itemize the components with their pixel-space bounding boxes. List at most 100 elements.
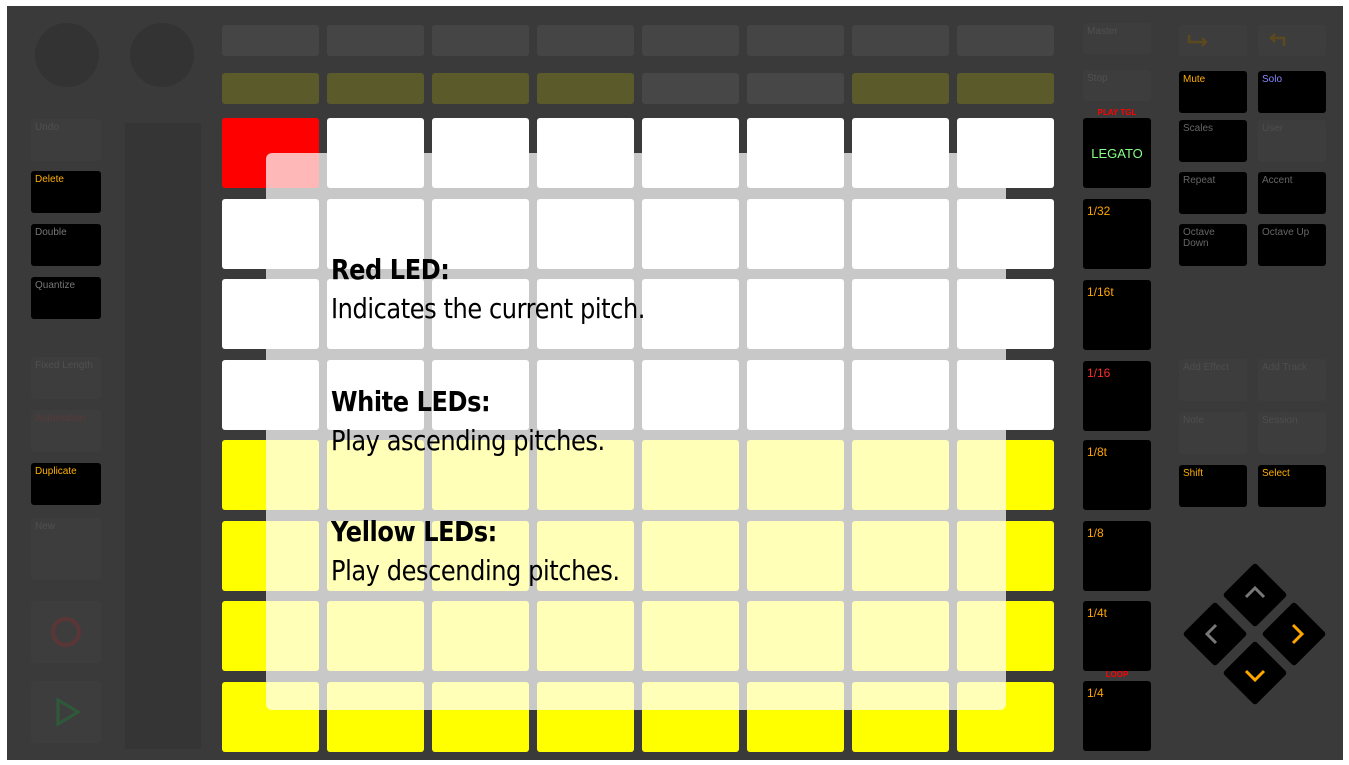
touch-strip[interactable] <box>125 123 201 749</box>
delete-button[interactable]: Delete <box>31 171 101 213</box>
chevron-down-icon <box>1232 653 1278 699</box>
red-led-description: Indicates the current pitch. <box>331 292 646 325</box>
track-state-button[interactable] <box>537 73 634 104</box>
add-track-button[interactable]: Add Track <box>1258 359 1326 401</box>
mute-button[interactable]: Mute <box>1179 71 1247 113</box>
help-overlay: Red LED: Indicates the current pitch. Wh… <box>266 153 1006 710</box>
scene-button-1-4[interactable]: 1/4 <box>1083 681 1151 751</box>
track-select-button[interactable] <box>957 25 1054 56</box>
repeat-label: Repeat <box>1183 175 1216 186</box>
yellow-led-section: Yellow LEDs: Play descending pitches. <box>331 515 971 587</box>
duplicate-button[interactable]: Duplicate <box>31 463 101 505</box>
new-button[interactable]: New <box>31 518 101 580</box>
session-label: Session <box>1262 415 1298 426</box>
return-icon <box>1269 33 1286 46</box>
automation-label: Automation <box>35 413 86 424</box>
new-label: New <box>35 521 56 532</box>
yellow-led-heading: Yellow LEDs: <box>331 515 497 548</box>
track-state-button[interactable] <box>222 73 319 104</box>
shift-button[interactable]: Shift <box>1179 465 1247 507</box>
push-controller: Undo Delete Double Quantize Fixed Length… <box>7 6 1343 760</box>
chevron-up-icon <box>1232 569 1278 615</box>
quantize-label: Quantize <box>35 280 76 291</box>
shift-label: Shift <box>1183 468 1204 479</box>
track-state-button[interactable] <box>747 73 844 104</box>
record-button[interactable] <box>31 601 101 663</box>
track-state-button[interactable] <box>642 73 739 104</box>
track-select-button[interactable] <box>432 25 529 56</box>
record-icon <box>51 617 81 647</box>
scene-button-1-8[interactable]: 1/8 <box>1083 521 1151 591</box>
master-button[interactable]: Master <box>1083 23 1151 54</box>
play-button[interactable] <box>31 681 101 743</box>
scene-label-1-16t: 1/16t <box>1087 285 1114 299</box>
track-select-button[interactable] <box>642 25 739 56</box>
undo-label: Undo <box>35 122 59 133</box>
accent-button[interactable]: Accent <box>1258 172 1326 214</box>
track-state-button[interactable] <box>957 73 1054 104</box>
track-select-button[interactable] <box>537 25 634 56</box>
repeat-button[interactable]: Repeat <box>1179 172 1247 214</box>
play-icon <box>56 697 81 727</box>
track-select-button[interactable] <box>747 25 844 56</box>
session-button[interactable]: Session <box>1258 412 1326 454</box>
octave-up-button[interactable]: Octave Up <box>1258 224 1326 266</box>
loop-label: LOOP <box>1105 670 1129 679</box>
select-button[interactable]: Select <box>1258 465 1326 507</box>
legato-label: LEGATO <box>1091 145 1143 161</box>
play-tgl-label: PLAY TGL <box>1097 108 1137 117</box>
scene-button-1-32[interactable]: 1/32 <box>1083 199 1151 269</box>
delete-label: Delete <box>35 174 64 185</box>
track-select-button[interactable] <box>852 25 949 56</box>
scene-label-1-32: 1/32 <box>1087 204 1111 218</box>
add-effect-label: Add Effect <box>1183 362 1229 373</box>
double-button[interactable]: Double <box>31 224 101 266</box>
encoder-knob-right[interactable] <box>130 23 194 87</box>
note-button[interactable]: Note <box>1179 412 1247 454</box>
double-label: Double <box>35 227 67 238</box>
scales-button[interactable]: Scales <box>1179 120 1247 162</box>
track-state-button[interactable] <box>852 73 949 104</box>
scene-button-1-8t[interactable]: 1/8t <box>1083 440 1151 510</box>
track-state-button[interactable] <box>432 73 529 104</box>
user-label: User <box>1262 123 1284 134</box>
add-effect-button[interactable]: Add Effect <box>1179 359 1247 401</box>
track-select-button[interactable] <box>222 25 319 56</box>
duplicate-label: Duplicate <box>35 466 77 477</box>
quantize-button[interactable]: Quantize <box>31 277 101 319</box>
add-track-label: Add Track <box>1262 362 1308 373</box>
scales-label: Scales <box>1183 123 1214 134</box>
yellow-led-description: Play descending pitches. <box>331 554 620 587</box>
redo-icon <box>1187 35 1208 47</box>
scene-button-1-16t[interactable]: 1/16t <box>1083 280 1151 350</box>
user-button[interactable]: User <box>1258 120 1326 162</box>
track-select-button[interactable] <box>327 25 424 56</box>
select-label: Select <box>1262 468 1290 479</box>
master-label: Master <box>1087 26 1118 37</box>
scene-button-1-4t[interactable]: 1/4t <box>1083 601 1151 671</box>
undo-arrow-button[interactable] <box>1258 25 1326 56</box>
accent-label: Accent <box>1262 175 1293 186</box>
stop-button[interactable]: Stop <box>1083 70 1151 101</box>
redo-button[interactable] <box>1179 25 1247 56</box>
white-led-heading: White LEDs: <box>331 385 491 418</box>
undo-button[interactable]: Undo <box>31 119 101 161</box>
encoder-knob-left[interactable] <box>35 23 99 87</box>
scene-label-1-8: 1/8 <box>1087 526 1104 540</box>
octave-down-label: Octave Down <box>1183 227 1215 249</box>
octave-down-button[interactable]: Octave Down <box>1179 224 1247 266</box>
track-state-button[interactable] <box>327 73 424 104</box>
white-led-description: Play ascending pitches. <box>331 424 605 457</box>
scene-button-legato[interactable]: LEGATO <box>1083 118 1151 188</box>
chevron-right-icon <box>1275 611 1321 657</box>
solo-button[interactable]: Solo <box>1258 71 1326 113</box>
stop-label: Stop <box>1087 73 1108 84</box>
scene-button-1-16[interactable]: 1/16 <box>1083 361 1151 431</box>
white-led-section: White LEDs: Play ascending pitches. <box>331 385 971 457</box>
fixed-length-button[interactable]: Fixed Length <box>31 357 101 399</box>
scene-label-1-4: 1/4 <box>1087 686 1104 700</box>
automation-button[interactable]: Automation <box>31 410 101 452</box>
scene-label-1-16: 1/16 <box>1087 366 1111 380</box>
scene-label-1-8t: 1/8t <box>1087 445 1108 459</box>
red-led-section: Red LED: Indicates the current pitch. <box>331 253 971 325</box>
